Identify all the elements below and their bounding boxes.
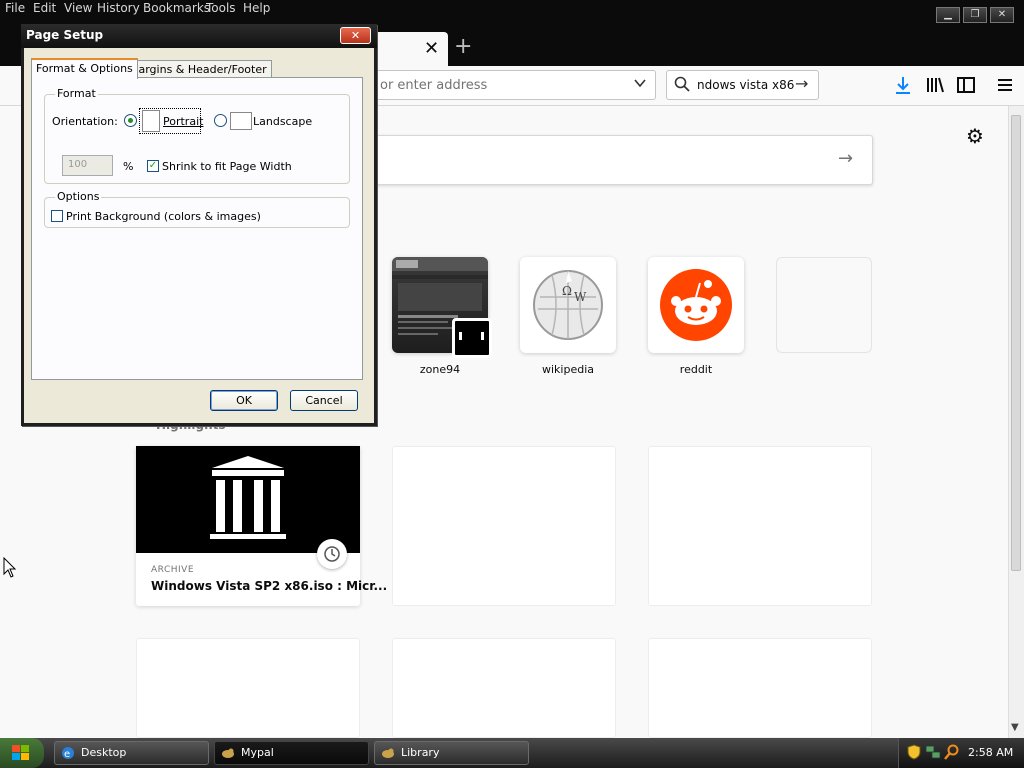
search-go-icon[interactable]: → <box>795 74 808 93</box>
taskbar-item-mypal[interactable]: Mypal <box>214 741 369 765</box>
landscape-radio[interactable] <box>214 114 227 127</box>
start-button[interactable] <box>0 738 44 768</box>
shrink-to-fit-label[interactable]: Shrink to fit Page Width <box>162 160 292 173</box>
top-site-label: reddit <box>679 363 713 376</box>
archive-logo <box>136 446 360 553</box>
sidebar-icon[interactable] <box>955 74 977 96</box>
highlight-card-empty <box>648 446 872 606</box>
taskbar-item-desktop[interactable]: e Desktop <box>54 741 209 765</box>
taskbar-item-label: Desktop <box>81 746 127 759</box>
svg-text:Ω: Ω <box>562 284 572 298</box>
scale-input[interactable]: 100 <box>62 155 113 176</box>
internet-explorer-icon: e <box>62 747 74 760</box>
tab-format-options[interactable]: Format & Options <box>31 58 138 79</box>
reddit-alien-icon <box>660 269 732 341</box>
mypal-icon <box>222 748 234 758</box>
menu-view[interactable]: View <box>64 1 92 15</box>
minimize-button[interactable]: ▁ <box>936 7 960 23</box>
percent-label: % <box>123 160 134 173</box>
svg-text:e: e <box>64 749 70 760</box>
menu-help[interactable]: Help <box>243 1 270 15</box>
windows-logo-icon <box>12 745 29 760</box>
url-placeholder: or enter address <box>380 78 488 93</box>
mypal-icon <box>382 748 394 758</box>
restore-button[interactable]: ❐ <box>963 7 987 23</box>
portrait-page-icon <box>142 110 160 132</box>
landscape-page-icon <box>230 112 252 130</box>
landscape-label[interactable]: Landscape <box>253 115 312 128</box>
menu-file[interactable]: File <box>5 1 25 15</box>
top-site-reddit[interactable] <box>648 257 744 353</box>
highlight-title[interactable]: Windows Vista SP2 x86.iso : Micr... <box>151 579 387 593</box>
top-site-label: wikipedia <box>541 363 594 376</box>
search-input[interactable]: ndows vista x86 <box>697 78 794 92</box>
taskbar-item-library[interactable]: Library <box>374 741 529 765</box>
scrollbar-thumb[interactable] <box>1011 115 1021 571</box>
top-site-empty[interactable] <box>776 257 872 353</box>
print-background-label[interactable]: Print Background (colors & images) <box>66 210 261 223</box>
taskbar-item-label: Library <box>401 746 440 759</box>
highlight-card-empty <box>392 638 616 738</box>
search-icon <box>674 76 690 92</box>
network-icon[interactable] <box>925 744 941 760</box>
security-shield-icon[interactable] <box>907 744 921 760</box>
portrait-radio[interactable] <box>124 114 137 127</box>
tab-close-icon[interactable]: ✕ <box>424 38 439 59</box>
menu-history[interactable]: History <box>97 1 140 15</box>
clock-icon <box>317 539 347 569</box>
highlight-source: ARCHIVE <box>151 565 195 575</box>
gear-icon[interactable]: ⚙ <box>966 124 984 148</box>
format-group-label: Format <box>55 87 98 100</box>
dialog-close-button[interactable]: ✕ <box>340 27 371 44</box>
orientation-label: Orientation: <box>52 115 118 128</box>
print-background-checkbox[interactable] <box>51 210 63 222</box>
close-window-button[interactable]: ✕ <box>990 7 1014 23</box>
hamburger-menu-icon[interactable] <box>994 74 1016 96</box>
page-search-box[interactable] <box>370 135 873 185</box>
new-tab-button[interactable]: + <box>454 34 472 59</box>
search-tray-icon[interactable] <box>944 744 960 760</box>
zone94-favicon <box>452 318 492 358</box>
shrink-to-fit-checkbox[interactable]: ✓ <box>147 160 159 172</box>
svg-text:W: W <box>574 290 587 304</box>
taskbar-item-label: Mypal <box>241 746 274 759</box>
cancel-button[interactable]: Cancel <box>290 390 358 411</box>
options-group-label: Options <box>55 190 102 203</box>
taskbar-clock: 2:58 AM <box>968 746 1014 759</box>
menu-tools[interactable]: Tools <box>206 1 236 15</box>
library-icon[interactable] <box>924 74 946 96</box>
highlight-card-empty <box>136 638 360 738</box>
top-site-label: zone94 <box>419 363 461 376</box>
page-search-go-icon[interactable]: → <box>838 148 853 169</box>
chevron-down-icon[interactable] <box>633 76 647 90</box>
top-site-wikipedia[interactable]: Ω W <box>520 257 616 353</box>
menu-edit[interactable]: Edit <box>33 1 56 15</box>
dialog-title: Page Setup <box>26 28 104 42</box>
menu-bookmarks[interactable]: Bookmarks <box>143 1 210 15</box>
scroll-down-arrow-icon[interactable]: ▼ <box>1011 722 1019 733</box>
mouse-cursor-icon <box>3 557 17 578</box>
highlight-card-empty <box>392 446 616 606</box>
ok-button[interactable]: OK <box>210 390 278 411</box>
highlight-card-empty <box>648 638 872 738</box>
download-icon[interactable] <box>892 74 914 96</box>
wikipedia-globe-icon: Ω W <box>533 270 603 340</box>
portrait-label[interactable]: Portrait <box>163 115 203 128</box>
